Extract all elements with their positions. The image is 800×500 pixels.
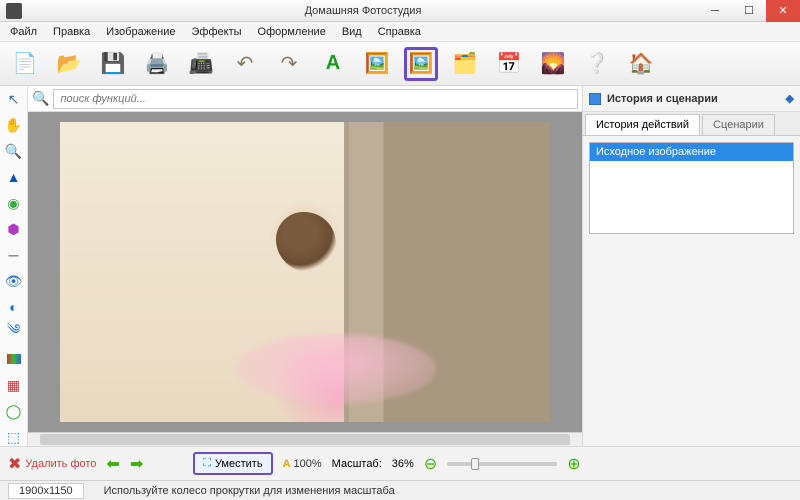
menu-image[interactable]: Изображение <box>100 24 181 40</box>
scale-label: Масштаб: <box>332 458 382 470</box>
history-list[interactable]: Исходное изображение <box>589 142 794 234</box>
home-icon[interactable]: 🏠 <box>624 47 658 81</box>
status-hint: Используйте колесо прокрутки для изменен… <box>104 485 395 497</box>
layers-icon[interactable]: ▦ <box>5 376 23 394</box>
main-toolbar: 📄 📂 💾 🖨️ 📠 ↶ ↷ A 🖼️ 🖼️ 🗂️ 📅 🌄 ❔ 🏠 <box>0 42 800 86</box>
close-button[interactable] <box>766 0 800 22</box>
zoom-100-button[interactable]: A 100% <box>283 458 322 470</box>
search-icon: 🔍 <box>32 90 49 107</box>
delete-icon: ✖ <box>8 454 21 474</box>
eyedropper-icon[interactable]: ◉ <box>5 194 23 212</box>
app-icon <box>6 3 22 19</box>
menu-view[interactable]: Вид <box>336 24 368 40</box>
new-image-icon[interactable]: 📄 <box>8 47 42 81</box>
crop-highlight-icon[interactable]: 🖼️ <box>404 47 438 81</box>
hand-icon[interactable]: ✋ <box>5 116 23 134</box>
window-title: Домашняя Фотостудия <box>28 5 698 17</box>
image-dimensions: 1900x1150 <box>8 483 84 499</box>
menu-effects[interactable]: Эффекты <box>186 24 248 40</box>
calendar-icon[interactable]: 📅 <box>492 47 526 81</box>
zoom-100-label: 100% <box>294 458 322 470</box>
panel-title: История и сценарии <box>607 93 718 105</box>
history-item[interactable]: Исходное изображение <box>590 143 793 161</box>
right-panel: История и сценарии ◆ История действий Сц… <box>582 86 800 446</box>
zoom-out-button[interactable]: ⊖ <box>424 454 437 474</box>
menu-bar: Файл Правка Изображение Эффекты Оформлен… <box>0 22 800 42</box>
canvas-area[interactable] <box>28 112 582 432</box>
eye-icon[interactable]: 👁 <box>5 272 23 290</box>
help-icon[interactable]: ❔ <box>580 47 614 81</box>
zoom-in-button[interactable]: ⊕ <box>567 454 580 474</box>
next-button[interactable]: ➡ <box>130 454 143 474</box>
minimize-button[interactable] <box>698 0 732 22</box>
save-icon[interactable]: 💾 <box>96 47 130 81</box>
pointer-icon[interactable]: ↖ <box>5 90 23 108</box>
zoom-slider[interactable] <box>447 462 557 466</box>
zoom-icon[interactable]: 🔍 <box>5 142 23 160</box>
tool-sidebar: ↖ ✋ 🔍 ▲ ◉ ⬢ ─ 👁 ◐ ༄ ▦ ◯ ⬚ <box>0 86 28 446</box>
prev-button[interactable]: ⬅ <box>106 454 119 474</box>
menu-edit[interactable]: Правка <box>47 24 96 40</box>
overlay-icon[interactable]: 🖼️ <box>360 47 394 81</box>
scan-icon[interactable]: 📠 <box>184 47 218 81</box>
export-image-icon[interactable]: 🌄 <box>536 47 570 81</box>
stamp-icon[interactable]: ⬢ <box>5 220 23 238</box>
frame-icon[interactable]: 🗂️ <box>448 47 482 81</box>
crop-icon[interactable]: ⬚ <box>5 428 23 446</box>
scale-value: 36% <box>392 458 414 470</box>
tab-scenarios[interactable]: Сценарии <box>702 114 775 135</box>
maximize-button[interactable] <box>732 0 766 22</box>
horizontal-scrollbar[interactable] <box>28 432 582 446</box>
search-input[interactable] <box>53 89 578 109</box>
print-icon[interactable]: 🖨️ <box>140 47 174 81</box>
levels-icon[interactable] <box>5 350 23 368</box>
fit-icon: ⛶ <box>203 457 211 470</box>
line-icon[interactable]: ─ <box>5 246 23 264</box>
menu-file[interactable]: Файл <box>4 24 43 40</box>
paint-icon[interactable]: ▲ <box>5 168 23 186</box>
panel-icon <box>589 93 601 105</box>
menu-help[interactable]: Справка <box>372 24 427 40</box>
delete-photo-button[interactable]: ✖ Удалить фото <box>8 454 96 474</box>
swirl-icon[interactable]: ༄ <box>5 324 23 342</box>
status-bar: 1900x1150 Используйте колесо прокрутки д… <box>0 480 800 500</box>
open-icon[interactable]: 📂 <box>52 47 86 81</box>
fit-button[interactable]: ⛶ Уместить <box>193 452 272 475</box>
menu-decoration[interactable]: Оформление <box>252 24 332 40</box>
tab-history[interactable]: История действий <box>585 114 700 135</box>
text-icon[interactable]: A <box>316 47 350 81</box>
fit-label: Уместить <box>215 458 263 470</box>
delete-label: Удалить фото <box>25 458 96 470</box>
bottom-bar: ✖ Удалить фото ⬅ ➡ ⛶ Уместить A 100% Мас… <box>0 446 800 480</box>
collapse-icon[interactable]: ◆ <box>786 92 794 105</box>
selection-icon[interactable]: ◯ <box>5 402 23 420</box>
redo-icon[interactable]: ↷ <box>272 47 306 81</box>
image-preview <box>60 122 550 422</box>
undo-icon[interactable]: ↶ <box>228 47 262 81</box>
